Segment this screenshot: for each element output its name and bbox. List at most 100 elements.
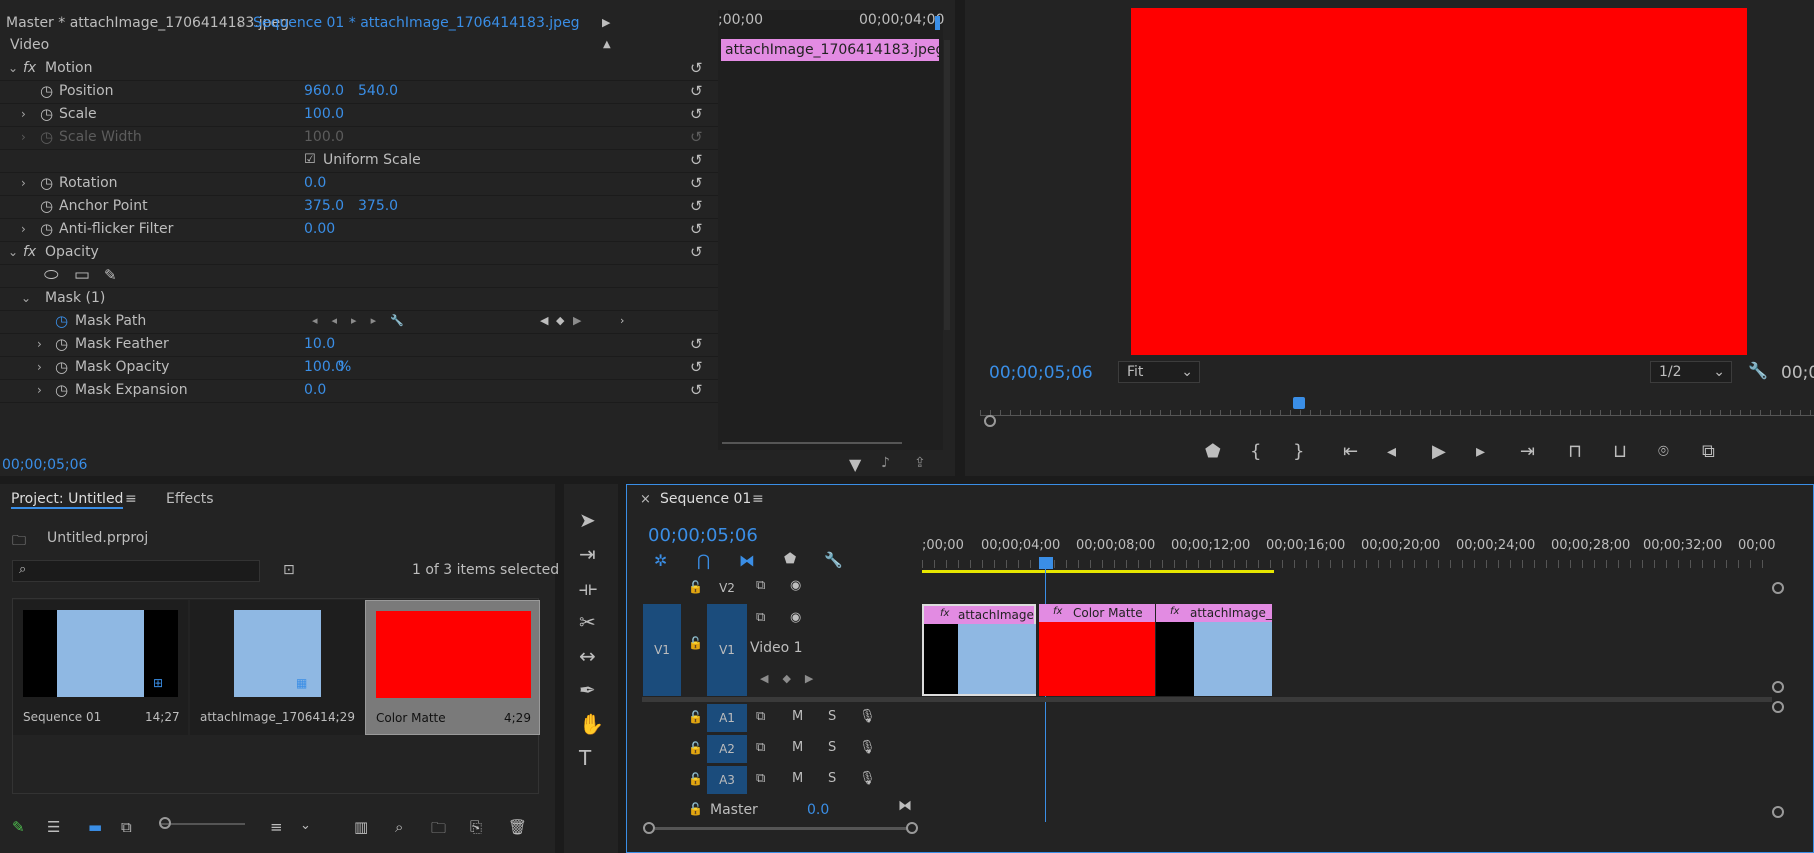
add-marker-icon[interactable]: ⬟: [784, 551, 796, 567]
zoom-slider[interactable]: [160, 823, 245, 825]
timeline-timecode[interactable]: 00;00;05;06: [648, 525, 758, 546]
pencil-icon[interactable]: ✎: [12, 818, 25, 836]
program-timecode[interactable]: 00;00;05;06: [989, 363, 1093, 383]
ec-zoom-bar[interactable]: [722, 442, 902, 444]
project-menu-icon[interactable]: ≡: [125, 491, 137, 507]
wrench-icon[interactable]: 🔧: [1748, 361, 1768, 380]
track-divider[interactable]: [642, 697, 1772, 702]
extract-icon[interactable]: ⊔: [1613, 441, 1627, 462]
vertical-scroll-handle[interactable]: [1772, 681, 1784, 693]
timeline-playhead-handle[interactable]: [1039, 557, 1053, 569]
source-v1-patch[interactable]: V1: [643, 604, 681, 696]
go-to-out-icon[interactable]: ⇥: [1520, 441, 1535, 462]
track-a2-label[interactable]: A2: [707, 735, 747, 763]
slip-icon[interactable]: ↔: [579, 644, 596, 668]
mute-button[interactable]: M: [792, 771, 803, 786]
vertical-scroll-handle[interactable]: [1772, 701, 1784, 713]
mute-button[interactable]: M: [792, 709, 803, 724]
zoom-slider-handle[interactable]: [159, 817, 171, 829]
close-icon[interactable]: ×: [640, 492, 651, 507]
tab-effects[interactable]: Effects: [166, 491, 214, 507]
razor-icon[interactable]: ✂: [579, 610, 596, 634]
timeline-settings-icon[interactable]: 🔧: [824, 551, 843, 569]
mask-expansion-value[interactable]: 0.0: [304, 377, 326, 403]
find-icon[interactable]: ⌕: [395, 818, 403, 836]
resolution-dropdown[interactable]: 1/2 ⌄: [1650, 361, 1732, 383]
type-tool-icon[interactable]: T: [579, 746, 591, 770]
new-search-bin-icon[interactable]: ⊡: [283, 562, 295, 578]
program-time-ruler[interactable]: [980, 400, 1814, 416]
sync-lock-icon[interactable]: ⧉: [756, 610, 765, 625]
sort-icon[interactable]: ≡: [270, 818, 283, 836]
solo-button[interactable]: S: [828, 740, 836, 755]
trash-icon[interactable]: 🗑: [508, 818, 527, 836]
icon-view-icon[interactable]: ▬: [88, 818, 102, 836]
solo-button[interactable]: S: [828, 771, 836, 786]
lock-icon[interactable]: 🔓: [688, 636, 703, 650]
fit-dropdown[interactable]: Fit ⌄: [1118, 361, 1200, 383]
chevron-down-icon[interactable]: ⌄: [300, 818, 311, 833]
microphone-icon[interactable]: 🎙: [859, 709, 876, 724]
mute-button[interactable]: M: [792, 740, 803, 755]
eye-icon[interactable]: ◉: [790, 610, 801, 625]
freeform-view-icon[interactable]: ⧉: [121, 818, 132, 836]
selection-tool-icon[interactable]: ➤: [579, 508, 596, 532]
project-item-sequence[interactable]: ⊞ Sequence 01 14;27: [13, 600, 188, 735]
track-v1-label[interactable]: V1: [707, 604, 747, 696]
hand-tool-icon[interactable]: ✋: [579, 712, 604, 736]
compare-icon[interactable]: ⧉: [1702, 441, 1715, 462]
ec-clip-bar[interactable]: attachImage_1706414183.jpeg: [721, 39, 939, 61]
solo-button[interactable]: S: [828, 709, 836, 724]
tab-project[interactable]: Project: Untitled: [11, 491, 124, 509]
clip-attachimage[interactable]: attachImage fx: [922, 604, 1036, 696]
sync-lock-icon[interactable]: ⧉: [756, 709, 765, 724]
track-a1-label[interactable]: A1: [707, 704, 747, 732]
timeline-menu-icon[interactable]: ≡: [752, 491, 764, 507]
new-item-icon[interactable]: ⎘: [470, 818, 482, 836]
horizontal-scroll-handle[interactable]: [906, 822, 918, 834]
nest-icon[interactable]: ✲: [654, 551, 667, 570]
project-item-image[interactable]: ▦ attachImage_170641... 4;29: [190, 600, 365, 735]
pen-tool-icon[interactable]: ✒: [579, 678, 596, 702]
automate-icon[interactable]: ▥: [354, 818, 368, 836]
program-playhead[interactable]: [1293, 397, 1305, 409]
mark-out-icon[interactable]: }: [1293, 441, 1304, 462]
play-icon[interactable]: ▶: [1432, 441, 1446, 462]
marker-icon[interactable]: ⬟: [1205, 441, 1221, 462]
microphone-icon[interactable]: 🎙: [859, 771, 876, 786]
ec-timecode[interactable]: 00;00;05;06: [2, 457, 87, 473]
linked-selection-icon[interactable]: ⧓: [739, 551, 755, 570]
work-area-bar[interactable]: [922, 570, 1274, 573]
lock-icon[interactable]: 🔓: [688, 580, 703, 594]
search-input[interactable]: ⌕: [12, 560, 260, 582]
camera-icon[interactable]: ⌾: [1658, 441, 1669, 462]
keyframe-nav-icon[interactable]: ◀◆▶: [760, 672, 827, 685]
master-expand-icon[interactable]: ⧓: [898, 798, 912, 814]
eye-icon[interactable]: ◉: [790, 578, 801, 593]
clip-attachimage-1[interactable]: attachImage_1 fx: [1156, 604, 1272, 696]
filter-icon[interactable]: ▼: [849, 455, 861, 474]
step-back-icon[interactable]: ◂: [1387, 441, 1396, 462]
vertical-scroll-handle[interactable]: [1772, 582, 1784, 594]
lock-icon[interactable]: 🔓: [688, 802, 703, 816]
mark-in-icon[interactable]: {: [1250, 441, 1261, 462]
snap-icon[interactable]: ⋂: [697, 551, 710, 570]
zoom-handle[interactable]: [984, 415, 996, 427]
vertical-scroll-handle[interactable]: [1772, 806, 1784, 818]
clip-color-matte[interactable]: Color Matte fx: [1039, 604, 1155, 696]
lock-icon[interactable]: 🔓: [688, 772, 703, 786]
go-to-in-icon[interactable]: ⇤: [1343, 441, 1358, 462]
new-bin-icon[interactable]: 🗀: [431, 818, 446, 843]
track-v2-label[interactable]: V2: [707, 578, 747, 598]
ec-scrollbar[interactable]: [944, 40, 950, 330]
project-item-color-matte[interactable]: Color Matte 4;29: [365, 600, 540, 735]
tab-sequence-01[interactable]: Sequence 01: [660, 491, 751, 507]
stopwatch-icon[interactable]: ◷: [55, 377, 68, 403]
horizontal-scrollbar[interactable]: [655, 827, 907, 830]
lift-icon[interactable]: ⊓: [1568, 441, 1582, 462]
master-volume-value[interactable]: 0.0: [807, 802, 829, 818]
sync-lock-icon[interactable]: ⧉: [756, 740, 765, 755]
track-select-icon[interactable]: ⇥: [579, 542, 596, 566]
lock-icon[interactable]: 🔓: [688, 710, 703, 724]
expand-right-icon[interactable]: ›: [37, 377, 42, 403]
